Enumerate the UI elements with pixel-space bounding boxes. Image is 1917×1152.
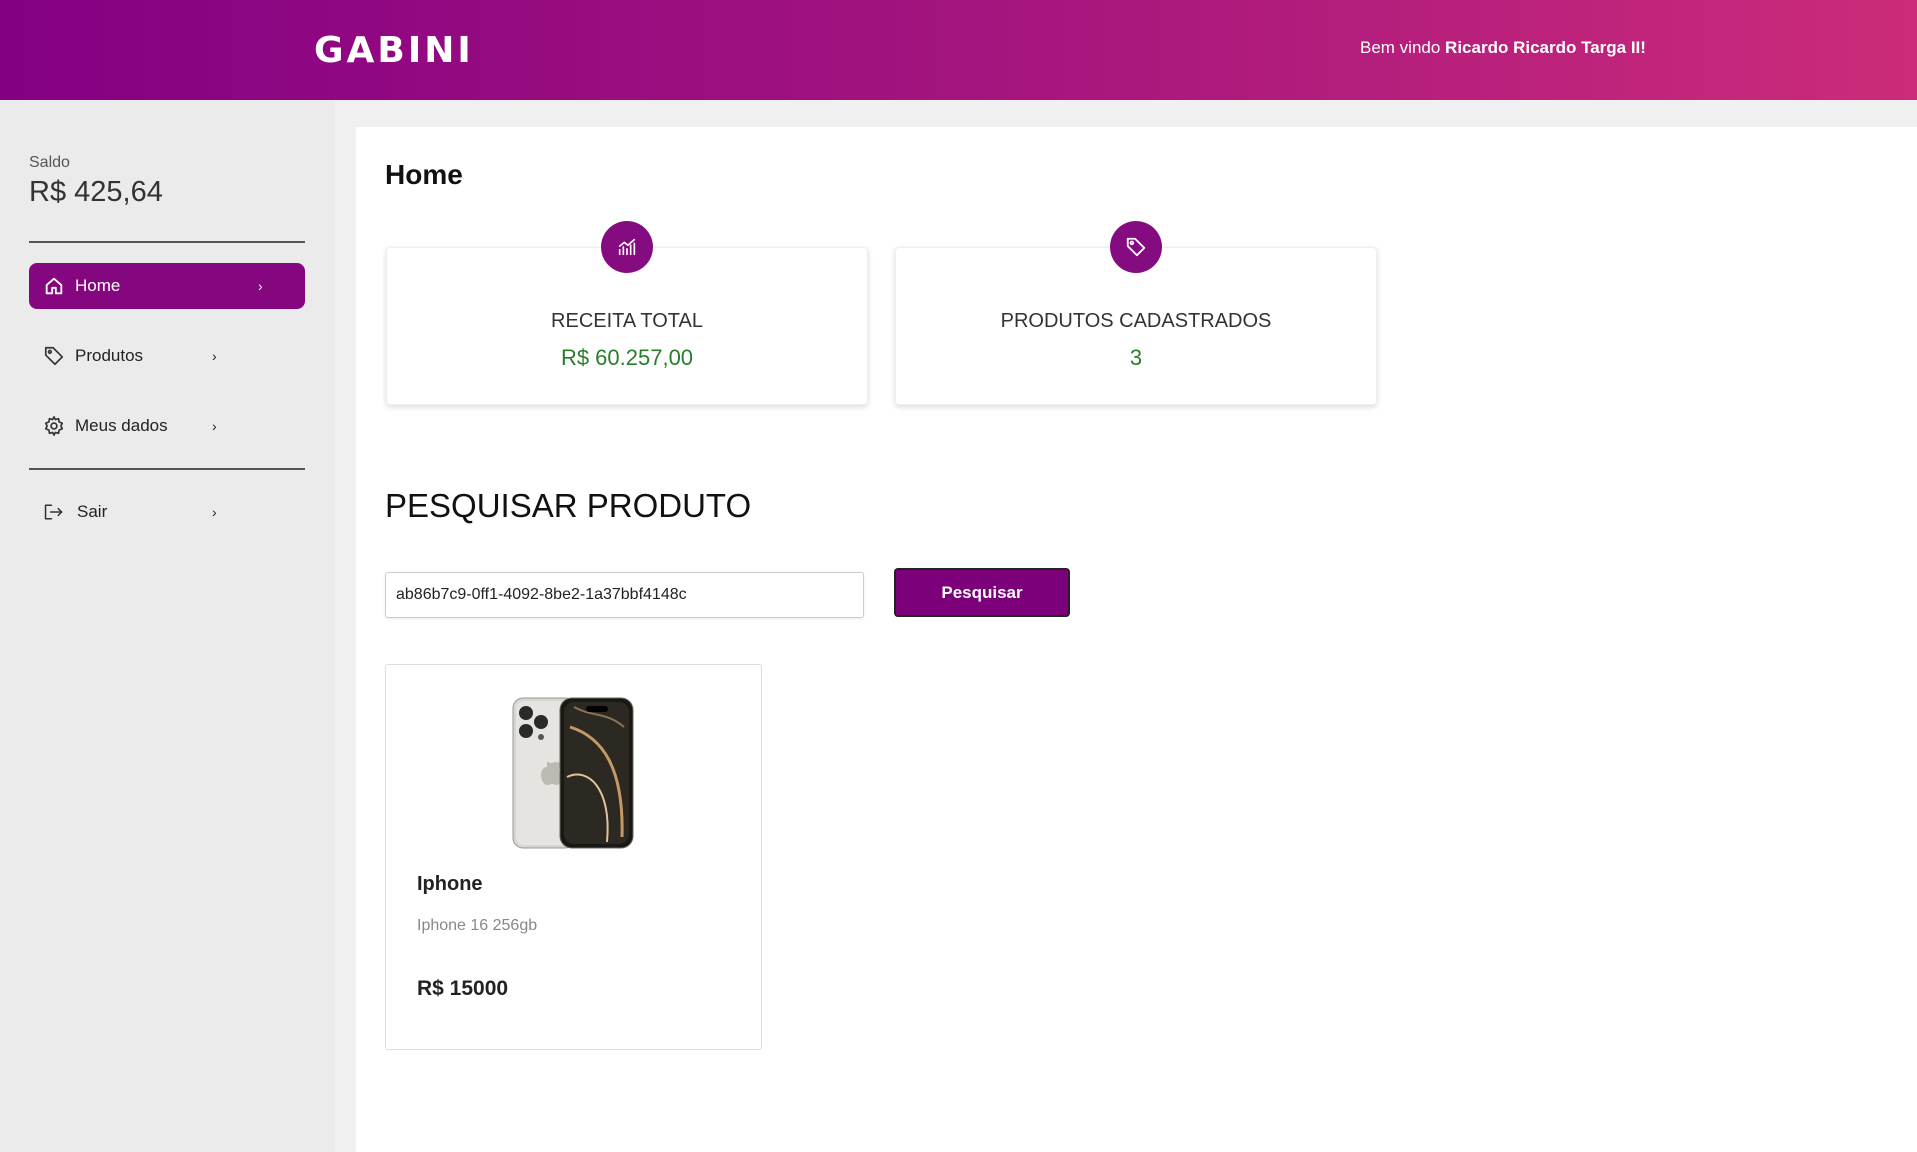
balance-value: R$ 425,64 (29, 176, 163, 208)
logout-icon (43, 501, 65, 523)
product-description: Iphone 16 256gb (417, 917, 538, 934)
search-button[interactable]: Pesquisar (894, 568, 1070, 617)
chevron-right-icon: › (212, 418, 217, 434)
brand-logo[interactable]: GABINI (314, 30, 474, 71)
sidebar-item-meus-dados[interactable]: Meus dados › (29, 403, 305, 449)
gear-icon (43, 415, 65, 437)
welcome-prefix: Bem vindo (1360, 38, 1446, 57)
chevron-right-icon: › (258, 278, 263, 294)
sidebar-item-label: Meus dados (75, 416, 168, 435)
chevron-right-icon: › (212, 348, 217, 364)
sidebar-divider (29, 468, 305, 470)
stat-title: RECEITA TOTAL (551, 310, 703, 332)
stat-value: R$ 60.257,00 (560, 345, 694, 370)
welcome-user-name: Ricardo Ricardo Targa II! (1445, 38, 1646, 57)
sidebar-item-home[interactable]: Home › (29, 263, 305, 309)
products-count-card: PRODUTOS CADASTRADOS 3 (895, 221, 1377, 405)
sidebar-item-sair[interactable]: Sair › (29, 489, 305, 535)
search-input[interactable] (385, 572, 864, 618)
main-content: Home RECEITA TOTAL R$ 60.257,00 PRODUTOS… (356, 127, 1917, 1152)
sidebar-item-label: Produtos (75, 346, 144, 365)
page-title: Home (385, 159, 463, 190)
chart-icon (601, 221, 653, 273)
sidebar-item-label: Home (75, 276, 121, 295)
tag-icon (1110, 221, 1162, 273)
balance-label: Saldo (29, 154, 70, 171)
welcome-message: Bem vindo Ricardo Ricardo Targa II! (1360, 38, 1646, 58)
stat-title: PRODUTOS CADASTRADOS (1000, 310, 1272, 332)
product-name: Iphone (417, 873, 483, 895)
stat-value: 3 (1129, 345, 1143, 370)
revenue-card: RECEITA TOTAL R$ 60.257,00 (386, 221, 868, 405)
sidebar-item-label: Sair (77, 502, 108, 521)
product-price: R$ 15000 (417, 977, 509, 1000)
product-card[interactable]: Iphone Iphone 16 256gb R$ 15000 (385, 664, 762, 1050)
sidebar-item-produtos[interactable]: Produtos › (29, 333, 305, 379)
home-icon (43, 275, 65, 297)
product-image (512, 697, 634, 849)
tag-icon (43, 345, 65, 367)
search-section-title: PESQUISAR PRODUTO (385, 487, 752, 524)
sidebar: Saldo R$ 425,64 Home › Produtos › Meus d… (0, 100, 335, 1152)
chevron-right-icon: › (212, 504, 217, 520)
sidebar-divider (29, 241, 305, 243)
top-header: GABINI Bem vindo Ricardo Ricardo Targa I… (0, 0, 1917, 100)
